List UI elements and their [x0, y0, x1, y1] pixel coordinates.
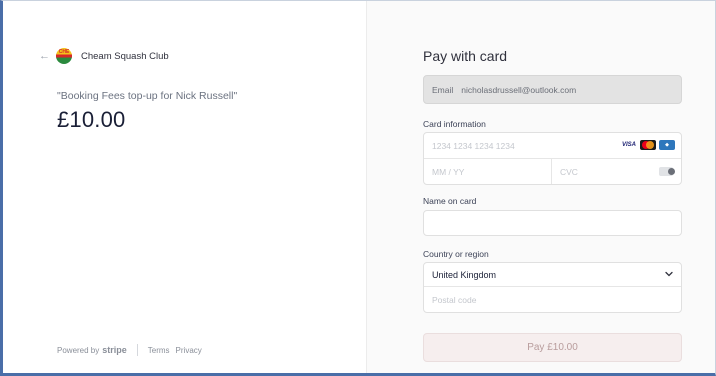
- visa-icon: VISA: [621, 142, 636, 148]
- address-group: United Kingdom Postal code: [423, 262, 682, 313]
- email-label: Email: [432, 84, 454, 95]
- cvc-placeholder: CVC: [560, 167, 578, 177]
- footer: Powered by stripe Terms Privacy: [57, 344, 208, 356]
- payment-form-panel: Pay with card Email nicholasdrussell@out…: [367, 1, 715, 373]
- name-on-card-input[interactable]: [423, 210, 682, 236]
- expiry-placeholder: MM / YY: [432, 167, 465, 177]
- pay-button[interactable]: Pay £10.00: [423, 333, 682, 362]
- powered-by-text: Powered by: [57, 345, 100, 355]
- cvc-input[interactable]: CVC: [552, 159, 681, 184]
- stripe-logo[interactable]: stripe: [102, 345, 127, 355]
- card-expiry-cvc-row: MM / YY CVC: [424, 159, 681, 184]
- email-field[interactable]: Email nicholasdrussell@outlook.com: [423, 75, 682, 104]
- merchant-name: Cheam Squash Club: [81, 50, 169, 62]
- card-number-input[interactable]: 1234 1234 1234 1234 VISA ◆: [424, 133, 681, 159]
- product-description: "Booking Fees top-up for Nick Russell": [57, 90, 238, 102]
- card-info-group: 1234 1234 1234 1234 VISA ◆ MM / YY CVC: [423, 132, 682, 185]
- cvc-card-icon: [659, 167, 675, 176]
- name-on-card-label: Name on card: [423, 196, 477, 206]
- footer-divider: [136, 344, 138, 356]
- country-value: United Kingdom: [432, 269, 497, 280]
- privacy-link[interactable]: Privacy: [176, 346, 202, 355]
- email-value: nicholasdrussell@outlook.com: [461, 84, 577, 95]
- amex-icon: ◆: [659, 140, 675, 150]
- postal-code-placeholder: Postal code: [432, 295, 477, 305]
- expiry-input[interactable]: MM / YY: [424, 159, 552, 184]
- svg-text:CHE: CHE: [59, 49, 70, 55]
- mastercard-icon: [640, 140, 656, 150]
- country-select[interactable]: United Kingdom: [424, 263, 681, 287]
- postal-code-input[interactable]: Postal code: [424, 287, 681, 312]
- chevron-down-icon: [665, 271, 673, 277]
- card-info-label: Card information: [423, 119, 486, 129]
- merchant-header[interactable]: ← CHE Cheam Squash Club: [39, 47, 169, 65]
- terms-link[interactable]: Terms: [148, 346, 170, 355]
- card-brands: VISA ◆: [621, 140, 675, 150]
- card-number-placeholder: 1234 1234 1234 1234: [432, 141, 515, 151]
- country-label: Country or region: [423, 249, 489, 259]
- order-summary-panel: ← CHE Cheam Squash Club "Booking Fees to…: [3, 1, 366, 373]
- form-title: Pay with card: [423, 48, 508, 64]
- arrow-left-icon[interactable]: ←: [39, 50, 50, 62]
- total-price: £10.00: [57, 107, 126, 132]
- club-logo-icon: CHE: [55, 47, 73, 65]
